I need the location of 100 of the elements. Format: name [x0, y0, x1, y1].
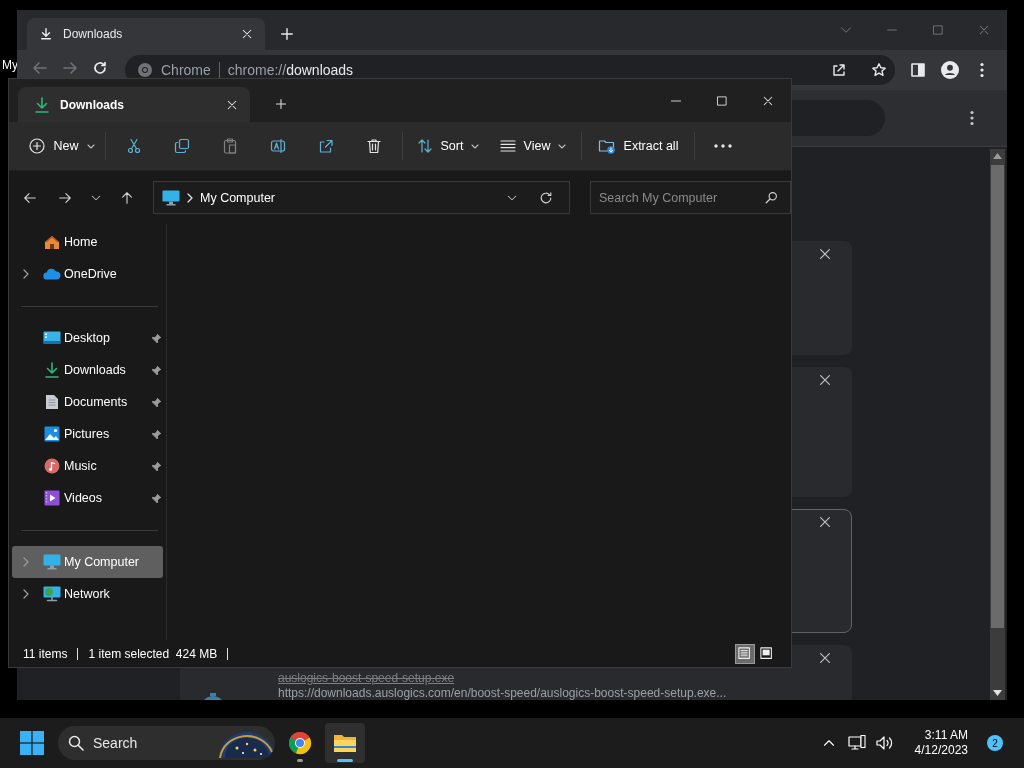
- caret-icon: [558, 142, 567, 150]
- close-icon: [818, 373, 832, 387]
- search-field[interactable]: [792, 100, 885, 136]
- sidebar-item[interactable]: Desktop: [12, 322, 163, 354]
- document-icon: [45, 394, 59, 410]
- desktop-icon: [43, 331, 61, 345]
- maximize-icon: [932, 24, 944, 36]
- speaker-icon: [875, 735, 894, 751]
- sidebar-item[interactable]: Documents: [12, 386, 163, 418]
- close-icon: [978, 24, 990, 36]
- sidebar-item[interactable]: Downloads: [12, 354, 163, 386]
- arrow-left-icon: [23, 190, 37, 205]
- plus-circle-icon: [29, 138, 46, 154]
- chevron-right-icon: [22, 557, 30, 567]
- arrow-right-icon: [58, 190, 72, 205]
- close-icon: [818, 515, 832, 529]
- more-icon: [714, 144, 732, 148]
- house-icon: [44, 234, 60, 250]
- star-icon: [871, 62, 887, 78]
- new-button[interactable]: New: [27, 130, 97, 162]
- search-icon: [765, 191, 778, 204]
- close-icon: [241, 28, 253, 40]
- arrow-up-icon: [120, 190, 134, 205]
- selection-info: 1 item selected: [88, 646, 170, 661]
- music-note-icon: [44, 458, 60, 474]
- kebab-menu-icon: [980, 62, 984, 78]
- caret-icon: [86, 142, 95, 150]
- share-icon: [318, 138, 334, 154]
- close-icon: [226, 98, 238, 111]
- selection-size: 424 MB: [175, 646, 218, 661]
- scroll-down-icon: [993, 690, 1002, 696]
- maximize-icon: [716, 94, 728, 107]
- download-url: https://downloads.auslogics.com/en/boost-speed/auslogics-boost-speed-setup.exe...: [278, 686, 727, 700]
- monitor-icon: [43, 554, 61, 570]
- explorer-tab[interactable]: Downloads: [18, 87, 250, 122]
- trash-icon: [366, 138, 382, 154]
- chevron-down-icon: [507, 192, 517, 203]
- kebab-menu-icon: [970, 110, 974, 126]
- share-icon: [831, 62, 847, 78]
- clipboard-icon: [222, 138, 238, 154]
- folder-icon: [333, 732, 357, 754]
- sidebar-item[interactable]: Music: [12, 450, 163, 482]
- clock-date: 4/12/2023: [914, 743, 968, 758]
- close-icon: [818, 651, 832, 665]
- address-bar[interactable]: My Computer: [153, 181, 570, 214]
- chevron-down-icon: [91, 192, 101, 203]
- download-icon: [34, 96, 50, 113]
- sidebar-item[interactable]: Home: [12, 226, 163, 258]
- download-icon: [44, 362, 60, 378]
- side-panel-icon: [910, 62, 926, 78]
- folder-arrow-icon: [597, 138, 616, 154]
- downloads-menu-button[interactable]: [970, 110, 974, 126]
- url-text: chrome://downloads: [227, 62, 354, 78]
- network-icon: [43, 586, 61, 602]
- scissors-icon: [126, 138, 142, 154]
- details-view-icon: [738, 646, 752, 661]
- item-count: 11 items: [23, 646, 68, 661]
- search-field[interactable]: Search My Computer: [590, 181, 791, 214]
- search-icon: [68, 735, 84, 751]
- pin-icon: [150, 460, 162, 472]
- details-view-button[interactable]: [735, 643, 755, 664]
- pin-icon: [150, 428, 162, 440]
- caret-icon: [471, 142, 480, 150]
- tiles-view-icon: [760, 646, 774, 661]
- sidebar-item[interactable]: OneDrive: [12, 258, 163, 290]
- pin-icon: [150, 396, 162, 408]
- sort-icon: [416, 138, 433, 154]
- sort-button[interactable]: Sort: [411, 130, 485, 162]
- plus-icon: [275, 98, 287, 110]
- chevron-down-icon: [840, 24, 852, 36]
- search-box[interactable]: Search: [58, 726, 275, 760]
- file-name-link[interactable]: auslogics-boost-speed-setup.exe: [278, 671, 727, 685]
- site-label: Chrome: [161, 62, 211, 78]
- network-monitor-icon: [847, 735, 866, 751]
- picture-icon: [44, 426, 60, 442]
- monitor-icon: [162, 189, 180, 206]
- cloud-icon: [43, 268, 61, 280]
- explorer-taskbar-button[interactable]: [325, 723, 365, 763]
- copy-icon: [174, 138, 190, 154]
- arrow-left-icon: [32, 60, 48, 76]
- extract-button[interactable]: Extract all: [590, 130, 686, 162]
- pin-icon: [150, 492, 162, 504]
- sidebar-item[interactable]: Network: [12, 578, 163, 610]
- rename-icon: [270, 138, 286, 154]
- notification-badge[interactable]: 2: [987, 735, 1003, 751]
- download-icon: [39, 27, 53, 41]
- refresh-icon: [539, 190, 553, 205]
- sidebar-item[interactable]: Pictures: [12, 418, 163, 450]
- windows-logo-icon: [20, 731, 44, 755]
- browser-tab[interactable]: Downloads: [27, 18, 265, 50]
- chevron-up-icon: [822, 737, 835, 749]
- view-button[interactable]: View: [493, 130, 573, 162]
- scrollbar[interactable]: [990, 149, 1005, 700]
- clock-time: 3:11 AM: [924, 728, 968, 743]
- sidebar-item[interactable]: My Computer: [12, 546, 163, 578]
- sidebar-item[interactable]: Videos: [12, 482, 163, 514]
- person-icon: [941, 61, 959, 79]
- pin-icon: [150, 364, 162, 376]
- lines-icon: [499, 138, 516, 154]
- close-icon: [762, 94, 774, 107]
